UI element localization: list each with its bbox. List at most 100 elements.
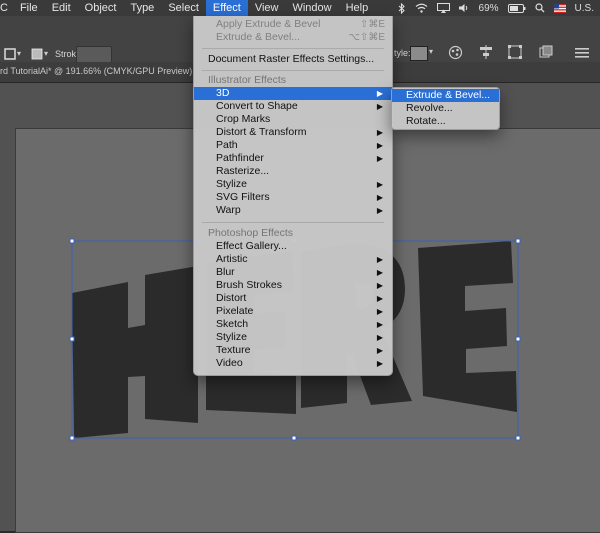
chevron-right-icon: ▶ bbox=[376, 359, 383, 368]
menu-item-label: Stylize bbox=[216, 178, 247, 190]
chevron-right-icon: ▶ bbox=[376, 320, 383, 329]
document-tab[interactable]: rd TutorialAi* @ 191.66% (CMYK/GPU Previ… bbox=[0, 66, 192, 76]
submenu-item-revolve[interactable]: Revolve... bbox=[392, 102, 499, 115]
menu-item-apply-extrude[interactable]: Apply Extrude & Bevel ⇧⌘E bbox=[194, 18, 392, 31]
chevron-right-icon: ▶ bbox=[376, 281, 383, 290]
chevron-right-icon: ▶ bbox=[376, 89, 383, 98]
menu-item-label: Convert to Shape bbox=[216, 100, 298, 112]
menu-item-path[interactable]: Path ▶ bbox=[194, 139, 392, 152]
chevron-down-icon[interactable]: ▾ bbox=[17, 49, 21, 58]
menu-item-label: Warp bbox=[216, 204, 241, 216]
menu-help[interactable]: Help bbox=[339, 0, 376, 16]
menu-item-warp[interactable]: Warp ▶ bbox=[194, 204, 392, 217]
menu-item-video[interactable]: Video ▶ bbox=[194, 357, 392, 370]
submenu-item-rotate[interactable]: Rotate... bbox=[392, 115, 499, 128]
menu-item-label: 3D bbox=[216, 87, 230, 99]
menu-item-ps-stylize[interactable]: Stylize ▶ bbox=[194, 331, 392, 344]
menu-app[interactable]: C bbox=[0, 0, 13, 16]
menu-item-last-effect[interactable]: Extrude & Bevel... ⌥⇧⌘E bbox=[194, 31, 392, 44]
chevron-right-icon: ▶ bbox=[376, 268, 383, 277]
battery-icon[interactable] bbox=[507, 3, 526, 13]
menu-item-sketch[interactable]: Sketch ▶ bbox=[194, 318, 392, 331]
chevron-right-icon: ▶ bbox=[376, 333, 383, 342]
effect-menu: Apply Extrude & Bevel ⇧⌘E Extrude & Bevel… bbox=[193, 16, 393, 376]
menu-type[interactable]: Type bbox=[123, 0, 161, 16]
menu-file[interactable]: File bbox=[13, 0, 45, 16]
divider bbox=[202, 48, 384, 49]
submenu-item-extrude-bevel[interactable]: Extrude & Bevel... bbox=[392, 89, 499, 102]
input-source[interactable]: U.S. bbox=[575, 3, 594, 14]
menu-item-pixelate[interactable]: Pixelate ▶ bbox=[194, 305, 392, 318]
menu-item-label: SVG Filters bbox=[216, 191, 270, 203]
chevron-right-icon: ▶ bbox=[376, 206, 383, 215]
chevron-right-icon: ▶ bbox=[376, 154, 383, 163]
menu-item-label: Crop Marks bbox=[216, 113, 271, 125]
menu-item-label: Blur bbox=[216, 266, 235, 278]
chevron-right-icon: ▶ bbox=[376, 141, 383, 150]
letter-h[interactable] bbox=[72, 266, 198, 438]
submenu-3d: Extrude & Bevel... Revolve... Rotate... bbox=[391, 87, 500, 130]
menu-item-distort-transform[interactable]: Distort & Transform ▶ bbox=[194, 126, 392, 139]
letter-e-2[interactable] bbox=[418, 241, 517, 412]
menu-item-document-raster[interactable]: Document Raster Effects Settings... bbox=[194, 53, 392, 66]
chevron-right-icon: ▶ bbox=[376, 294, 383, 303]
menu-item-blur[interactable]: Blur ▶ bbox=[194, 266, 392, 279]
battery-percent: 69% bbox=[478, 2, 499, 14]
chevron-right-icon: ▶ bbox=[376, 180, 383, 189]
menu-bar: C File Edit Object Type Select Effect Vi… bbox=[0, 0, 600, 16]
menu-item-3d[interactable]: 3D ▶ bbox=[194, 87, 392, 100]
chevron-right-icon: ▶ bbox=[376, 193, 383, 202]
menu-item-effect-gallery[interactable]: Effect Gallery... bbox=[194, 240, 392, 253]
menu-item-texture[interactable]: Texture ▶ bbox=[194, 344, 392, 357]
menu-item-pathfinder[interactable]: Pathfinder ▶ bbox=[194, 152, 392, 165]
airplay-icon[interactable] bbox=[436, 3, 450, 13]
menu-item-rasterize[interactable]: Rasterize... bbox=[194, 165, 392, 178]
wifi-icon[interactable] bbox=[415, 3, 428, 13]
menu-edit[interactable]: Edit bbox=[45, 0, 78, 16]
menu-item-stylize[interactable]: Stylize ▶ bbox=[194, 178, 392, 191]
menu-item-label: Pathfinder bbox=[216, 152, 264, 164]
style-swatch[interactable] bbox=[410, 46, 428, 61]
menu-item-distort[interactable]: Distort ▶ bbox=[194, 292, 392, 305]
chevron-down-icon[interactable]: ▾ bbox=[44, 49, 48, 58]
menu-window[interactable]: Window bbox=[285, 0, 338, 16]
section-header-illustrator: Illustrator Effects bbox=[208, 74, 287, 86]
style-label: tyle: bbox=[394, 48, 411, 58]
status-area: 69% U.S. bbox=[398, 0, 600, 16]
menu-item-label: Texture bbox=[216, 344, 251, 356]
shortcut: ⌥⇧⌘E bbox=[348, 32, 385, 43]
menu-item-artistic[interactable]: Artistic ▶ bbox=[194, 253, 392, 266]
menu-item-crop-marks[interactable]: Crop Marks bbox=[194, 113, 392, 126]
flag-icon bbox=[553, 3, 566, 13]
chevron-right-icon: ▶ bbox=[376, 102, 383, 111]
section-header-photoshop: Photoshop Effects bbox=[208, 227, 294, 239]
search-icon[interactable] bbox=[534, 3, 545, 13]
chevron-right-icon: ▶ bbox=[376, 346, 383, 355]
menu-effect[interactable]: Effect bbox=[205, 0, 248, 16]
menu-select[interactable]: Select bbox=[161, 0, 206, 16]
menu-item-label: Artistic bbox=[216, 253, 248, 265]
chevron-right-icon: ▶ bbox=[376, 128, 383, 137]
menu-item-label: Distort bbox=[216, 292, 247, 304]
chevron-right-icon: ▶ bbox=[376, 255, 383, 264]
menu-item-label: Distort & Transform bbox=[216, 126, 307, 138]
chevron-down-icon[interactable]: ▾ bbox=[429, 47, 433, 56]
menu-item-label: Path bbox=[216, 139, 238, 151]
menu-item-label: Stylize bbox=[216, 331, 247, 343]
menu-item-convert-to-shape[interactable]: Convert to Shape ▶ bbox=[194, 100, 392, 113]
menu-item-label: Rasterize... bbox=[216, 165, 270, 177]
stroke-weight-stepper[interactable] bbox=[76, 46, 112, 63]
menu-item-label: Extrude & Bevel... bbox=[216, 31, 301, 43]
menu-item-svg-filters[interactable]: SVG Filters ▶ bbox=[194, 191, 392, 204]
menu-item-brush-strokes[interactable]: Brush Strokes ▶ bbox=[194, 279, 392, 292]
divider bbox=[202, 222, 384, 223]
menu-item-label: Pixelate bbox=[216, 305, 254, 317]
bluetooth-icon[interactable] bbox=[398, 2, 406, 14]
shortcut: ⇧⌘E bbox=[359, 19, 385, 30]
menu-item-label: Video bbox=[216, 357, 243, 369]
menu-object[interactable]: Object bbox=[78, 0, 124, 16]
menu-item-label: Apply Extrude & Bevel bbox=[216, 18, 321, 30]
volume-icon[interactable] bbox=[458, 3, 470, 13]
menu-view[interactable]: View bbox=[248, 0, 286, 16]
chevron-right-icon: ▶ bbox=[376, 307, 383, 316]
